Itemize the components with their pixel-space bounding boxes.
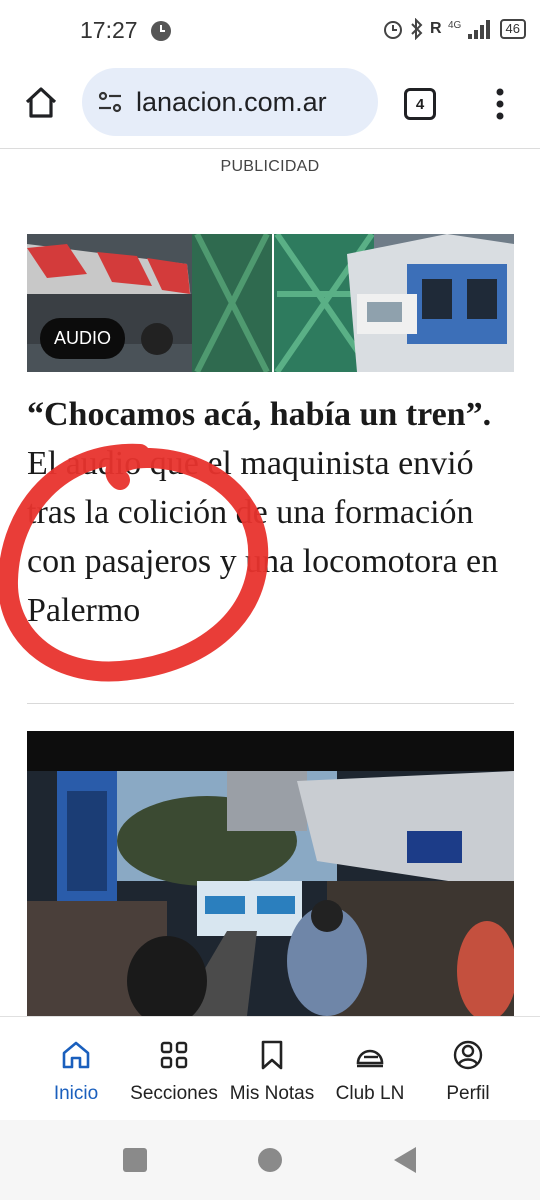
signal-icon: 4G — [448, 20, 490, 39]
grid-icon — [160, 1041, 188, 1069]
bluetooth-icon — [411, 18, 423, 40]
profile-icon — [453, 1040, 483, 1070]
bottom-navigation: Inicio Secciones Mis Notas Club LN Perfi… — [0, 1016, 540, 1121]
url-text: lanacion.com.ar — [136, 86, 327, 117]
toolbar-divider — [0, 148, 540, 149]
status-time: 17:27 — [80, 17, 138, 43]
alarm-outline-icon — [383, 21, 402, 39]
back-icon[interactable] — [392, 1146, 418, 1174]
home-icon[interactable] — [22, 84, 60, 122]
nav-label: Inicio — [53, 1083, 99, 1104]
site-settings-icon[interactable] — [96, 88, 124, 116]
home-icon — [62, 1041, 90, 1069]
system-navigation-bar — [0, 1120, 540, 1200]
nav-item-inicio[interactable]: Inicio — [24, 1017, 128, 1121]
status-bar: 17:27 R 4G 46 — [0, 0, 540, 62]
headline-text: El audio que el maquinista envió tras la… — [27, 445, 499, 629]
article-headline[interactable]: “Chocamos acá, había un tren”. El audio … — [27, 390, 513, 635]
address-bar[interactable]: lanacion.com.ar — [82, 68, 378, 136]
status-icons: R 4G 46 — [382, 18, 526, 40]
nav-label: Secciones — [130, 1083, 218, 1104]
browser-toolbar: lanacion.com.ar 4 — [0, 62, 540, 148]
recents-icon[interactable] — [122, 1147, 148, 1173]
article-divider — [27, 703, 514, 704]
nav-label: Mis Notas — [229, 1083, 315, 1104]
nav-item-perfil[interactable]: Perfil — [418, 1017, 518, 1121]
home-circle-icon[interactable] — [257, 1147, 283, 1173]
nav-label: Perfil — [446, 1083, 490, 1104]
roaming-icon: R — [429, 20, 442, 37]
article-image-station[interactable] — [27, 731, 514, 1016]
tab-switcher-button[interactable]: 4 — [404, 88, 436, 120]
nav-label: Club LN — [335, 1083, 405, 1104]
nav-item-mis-notas[interactable]: Mis Notas — [222, 1017, 322, 1121]
bookmark-icon — [261, 1040, 283, 1070]
battery-indicator: 46 — [499, 19, 526, 39]
audio-badge: AUDIO — [40, 318, 126, 359]
nav-item-secciones[interactable]: Secciones — [122, 1017, 226, 1121]
ad-label: PUBLICIDAD — [220, 158, 320, 175]
nav-item-club-ln[interactable]: Club LN — [320, 1017, 420, 1121]
headline-quote: “Chocamos acá, había un tren”. — [27, 396, 492, 433]
club-icon — [356, 1049, 384, 1068]
overflow-menu-icon[interactable] — [486, 84, 514, 124]
alarm-icon — [151, 21, 171, 41]
svg-text:4G: 4G — [448, 20, 462, 31]
